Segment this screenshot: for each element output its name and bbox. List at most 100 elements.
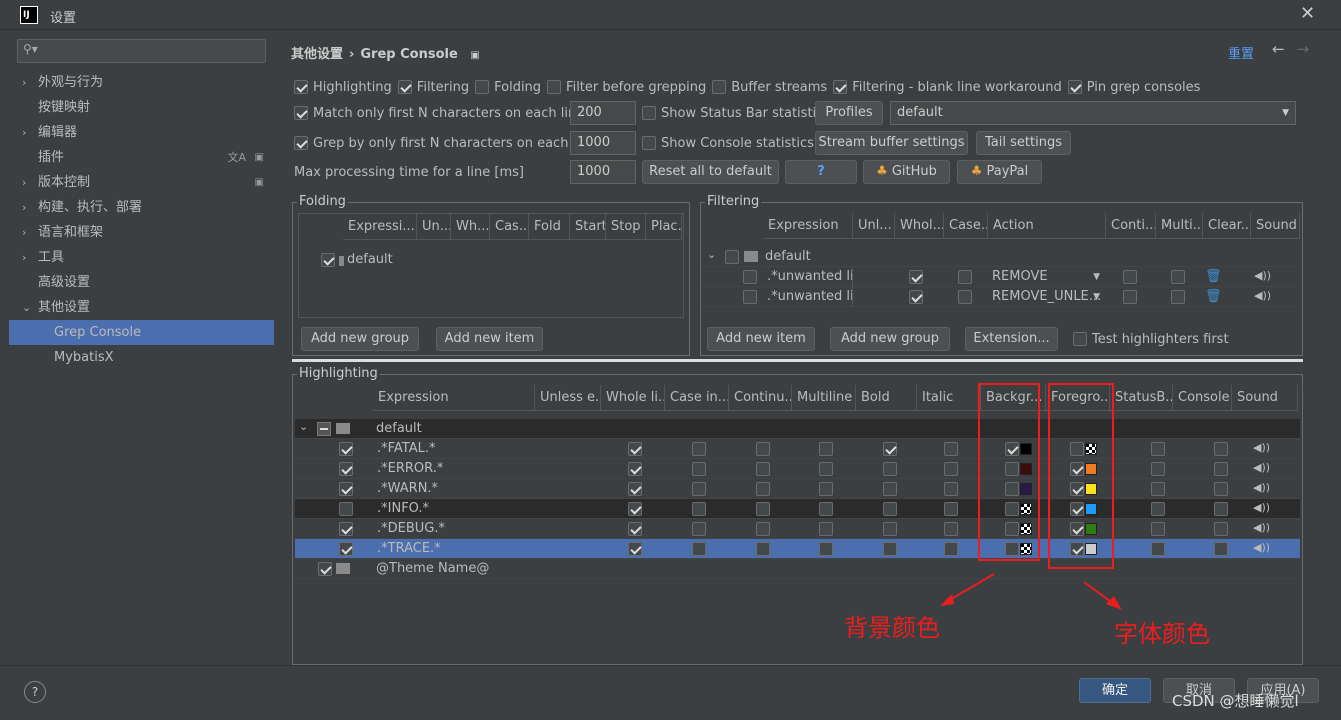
- whole-line-checkbox[interactable]: [909, 290, 923, 304]
- sidebar-item[interactable]: Grep Console: [9, 320, 274, 345]
- enabled-checkbox[interactable]: [339, 502, 353, 516]
- column-header[interactable]: Wh...: [451, 214, 490, 240]
- statusbar-checkbox[interactable]: [1151, 442, 1165, 456]
- search-input[interactable]: ⚲▾: [17, 39, 266, 63]
- statusbar-checkbox[interactable]: [1151, 462, 1165, 476]
- console-checkbox[interactable]: [1214, 502, 1228, 516]
- speaker-icon[interactable]: ◀)): [1253, 481, 1270, 494]
- option-checkbox[interactable]: [692, 462, 706, 476]
- option-checkbox[interactable]: [944, 542, 958, 556]
- speaker-icon[interactable]: ◀)): [1254, 289, 1271, 302]
- filtering-checkbox[interactable]: Filtering: [397, 80, 469, 95]
- filtering-add-item-button[interactable]: Add new item: [707, 327, 815, 351]
- expression-cell[interactable]: .*unwanted li...: [763, 287, 853, 307]
- trash-icon[interactable]: 🗑: [1205, 289, 1222, 304]
- multiline-checkbox[interactable]: [1171, 270, 1185, 284]
- table-row[interactable]: .*FATAL.* ◀)): [295, 439, 1300, 459]
- help-icon[interactable]: ?: [24, 681, 46, 703]
- continue-checkbox[interactable]: [1123, 290, 1137, 304]
- speaker-icon[interactable]: ◀)): [1253, 461, 1270, 474]
- folding-add-item-button[interactable]: Add new item: [436, 327, 543, 351]
- column-header[interactable]: Bold: [856, 385, 917, 411]
- table-row[interactable]: default: [299, 250, 683, 270]
- option-checkbox[interactable]: [692, 482, 706, 496]
- column-header[interactable]: Fold: [529, 214, 570, 240]
- statusbar-checkbox[interactable]: [1151, 502, 1165, 516]
- column-header[interactable]: Unless e...: [535, 385, 601, 411]
- github-button[interactable]: ♣ GitHub: [863, 160, 950, 184]
- option-checkbox[interactable]: [883, 542, 897, 556]
- sidebar-item[interactable]: › 语言和框架: [0, 220, 274, 245]
- console-checkbox[interactable]: [1214, 482, 1228, 496]
- column-header[interactable]: Clear...: [1203, 213, 1251, 239]
- sidebar-item[interactable]: 高级设置: [0, 270, 274, 295]
- option-checkbox[interactable]: [756, 522, 770, 536]
- buffer-streams-checkbox[interactable]: Buffer streams: [712, 80, 827, 95]
- column-header[interactable]: Sound: [1251, 213, 1300, 239]
- table-row[interactable]: .*DEBUG.* ◀)): [295, 519, 1300, 539]
- column-header[interactable]: Multi...: [1156, 213, 1203, 239]
- column-header[interactable]: Action: [988, 213, 1106, 239]
- option-checkbox[interactable]: [819, 542, 833, 556]
- option-checkbox[interactable]: [883, 462, 897, 476]
- enabled-checkbox[interactable]: [339, 542, 353, 556]
- back-arrow-icon[interactable]: ←: [1272, 40, 1285, 58]
- paypal-button[interactable]: ♣ PayPal: [957, 160, 1042, 184]
- option-checkbox[interactable]: [944, 502, 958, 516]
- expression-cell[interactable]: .*unwanted li...: [763, 267, 853, 287]
- option-checkbox[interactable]: [628, 502, 642, 516]
- action-select[interactable]: REMOVE ▼: [988, 267, 1106, 287]
- option-checkbox[interactable]: [944, 462, 958, 476]
- column-header[interactable]: Continu...: [729, 385, 792, 411]
- folding-add-group-button[interactable]: Add new group: [301, 327, 419, 351]
- match-first-n-field[interactable]: 200: [570, 101, 636, 125]
- expression-cell[interactable]: .*DEBUG.*: [373, 519, 535, 539]
- column-header[interactable]: Conti...: [1106, 213, 1156, 239]
- column-header[interactable]: Whol...: [895, 213, 944, 239]
- multiline-checkbox[interactable]: [1171, 290, 1185, 304]
- option-checkbox[interactable]: [628, 542, 642, 556]
- enabled-checkbox[interactable]: [339, 442, 353, 456]
- reset-link[interactable]: 重置: [1228, 43, 1254, 62]
- option-checkbox[interactable]: [692, 522, 706, 536]
- enabled-checkbox[interactable]: [339, 462, 353, 476]
- option-checkbox[interactable]: [756, 482, 770, 496]
- table-row[interactable]: .*WARN.* ◀)): [295, 479, 1300, 499]
- option-checkbox[interactable]: [883, 482, 897, 496]
- case-checkbox[interactable]: [958, 270, 972, 284]
- enabled-checkbox[interactable]: [743, 270, 757, 284]
- help-button[interactable]: ?: [785, 160, 857, 184]
- sidebar-item[interactable]: › 编辑器: [0, 120, 274, 145]
- sidebar-item[interactable]: 插件 文A ▣: [0, 145, 274, 170]
- column-header[interactable]: Cas...: [490, 214, 529, 240]
- column-header[interactable]: Expression: [763, 213, 853, 239]
- column-header[interactable]: Multiline: [792, 385, 856, 411]
- enabled-checkbox[interactable]: [339, 482, 353, 496]
- option-checkbox[interactable]: [944, 482, 958, 496]
- statusbar-checkbox[interactable]: [1151, 482, 1165, 496]
- speaker-icon[interactable]: ◀)): [1253, 441, 1270, 454]
- profile-select[interactable]: default ▼: [890, 101, 1296, 125]
- filtering-blank-checkbox[interactable]: Filtering - blank line workaround: [833, 80, 1062, 95]
- column-header[interactable]: StatusB...: [1110, 385, 1173, 411]
- extension-button[interactable]: Extension...: [965, 327, 1058, 351]
- column-header[interactable]: Case in...: [665, 385, 729, 411]
- table-row[interactable]: .*unwanted li... REMOVE▼ 🗑 ◀)): [703, 267, 1300, 287]
- expression-cell[interactable]: .*WARN.*: [373, 479, 535, 499]
- continue-checkbox[interactable]: [1123, 270, 1137, 284]
- column-header[interactable]: Plac...: [646, 214, 682, 240]
- column-header[interactable]: Console...: [1173, 385, 1232, 411]
- option-checkbox[interactable]: [756, 462, 770, 476]
- table-row[interactable]: .*unwanted li... REMOVE_UNLE...▼ 🗑 ◀)): [703, 287, 1300, 307]
- column-header[interactable]: Expressi...: [343, 214, 417, 240]
- option-checkbox[interactable]: [692, 442, 706, 456]
- show-status-bar-checkbox[interactable]: Show Status Bar statistics: [642, 106, 830, 121]
- console-checkbox[interactable]: [1214, 542, 1228, 556]
- option-checkbox[interactable]: [883, 502, 897, 516]
- option-checkbox[interactable]: [628, 442, 642, 456]
- enabled-checkbox[interactable]: [743, 290, 757, 304]
- option-checkbox[interactable]: [628, 522, 642, 536]
- speaker-icon[interactable]: ◀)): [1254, 269, 1271, 282]
- console-checkbox[interactable]: [1214, 442, 1228, 456]
- sidebar-item[interactable]: › 版本控制 ▣: [0, 170, 274, 195]
